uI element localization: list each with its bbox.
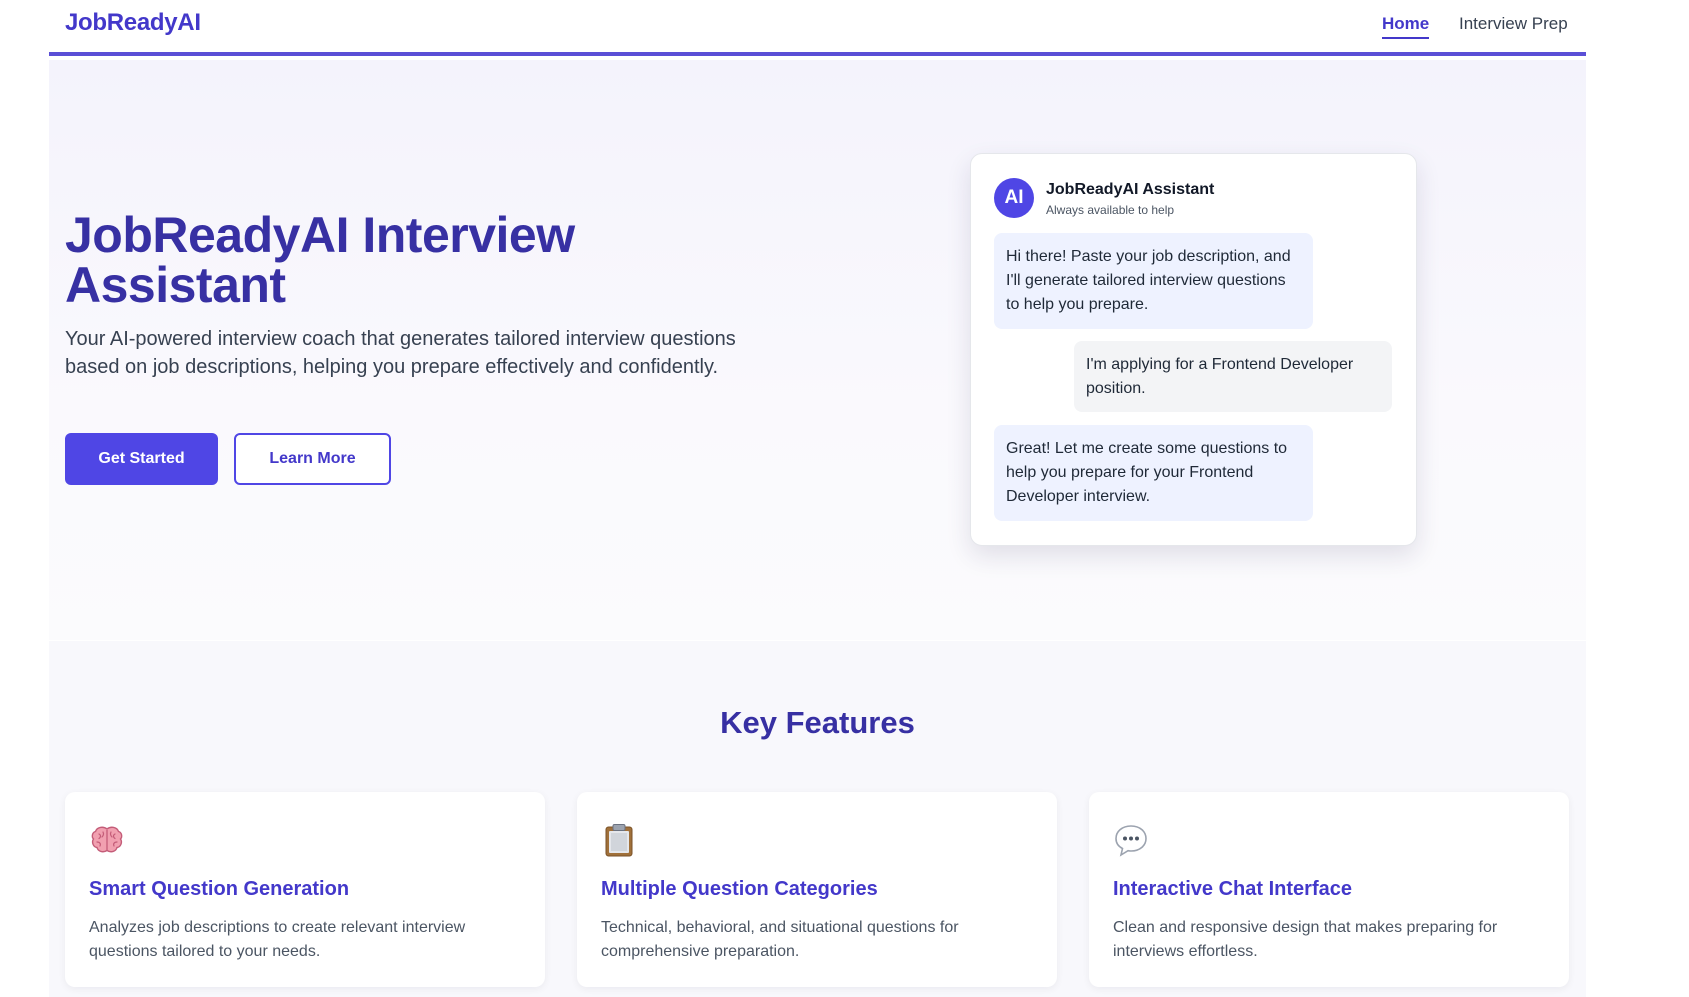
- chat-message-ai: Great! Let me create some questions to h…: [994, 425, 1313, 521]
- feature-title: Smart Question Generation: [89, 878, 350, 900]
- navbar: JobReadyAI Home Interview Prep: [0, 0, 1689, 56]
- clipboard-icon: [605, 824, 633, 857]
- hero-title: JobReadyAI Interview Assistant: [65, 207, 575, 313]
- assistant-status: Always available to help: [1046, 203, 1175, 217]
- feature-card-smart-question-generation: Smart Question Generation Analyzes job d…: [65, 792, 545, 987]
- feature-description: Analyzes job descriptions to create rele…: [89, 919, 466, 960]
- nav-link-interview-prep[interactable]: Interview Prep: [1459, 14, 1568, 34]
- hero-section: JobReadyAI Interview Assistant Your AI-p…: [49, 60, 1586, 640]
- get-started-button[interactable]: Get Started: [65, 433, 218, 485]
- brain-icon: [91, 826, 123, 853]
- chat-message-user: I'm applying for a Frontend Developer po…: [1074, 341, 1392, 412]
- features-section: Key Features Smart Question Generation A…: [49, 641, 1586, 997]
- feature-description: Clean and responsive design that makes p…: [1113, 919, 1498, 960]
- feature-card-multiple-question-categories: Multiple Question Categories Technical, …: [577, 792, 1057, 987]
- assistant-name: JobReadyAI Assistant: [1046, 181, 1215, 198]
- nav-link-home[interactable]: Home: [1382, 14, 1430, 39]
- chat-message-ai: Hi there! Paste your job description, an…: [994, 233, 1313, 329]
- feature-card-interactive-chat-interface: Interactive Chat Interface Clean and res…: [1089, 792, 1569, 987]
- chat-preview-card: AI JobReadyAI Assistant Always available…: [970, 153, 1417, 546]
- learn-more-button[interactable]: Learn More: [234, 433, 391, 485]
- feature-title: Interactive Chat Interface: [1113, 878, 1352, 900]
- features-title: Key Features: [720, 705, 915, 740]
- speech-bubble-icon: [1115, 825, 1147, 857]
- hero-subtitle: Your AI-powered interview coach that gen…: [65, 328, 736, 378]
- assistant-avatar: AI: [994, 178, 1034, 218]
- brand-logo[interactable]: JobReadyAI: [65, 9, 201, 37]
- feature-description: Technical, behavioral, and situational q…: [601, 919, 959, 960]
- navbar-inner: JobReadyAI Home Interview Prep: [49, 0, 1586, 56]
- feature-title: Multiple Question Categories: [601, 878, 878, 900]
